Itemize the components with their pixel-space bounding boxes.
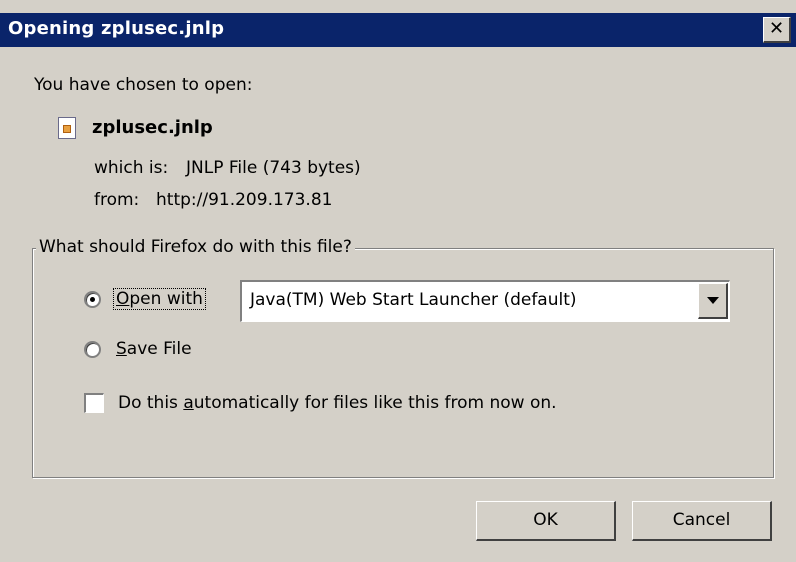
auto-action-label[interactable]: Do this automatically for files like thi… (118, 393, 557, 413)
close-button[interactable]: ✕ (763, 17, 791, 43)
cancel-button[interactable]: Cancel (632, 501, 772, 541)
open-with-radio[interactable] (84, 291, 101, 308)
radio-selected-dot (90, 297, 95, 302)
intro-text: You have chosen to open: (34, 75, 253, 95)
open-with-app-value: Java(TM) Web Start Launcher (default) (250, 290, 577, 310)
open-with-label[interactable]: Open with (113, 288, 206, 310)
file-type-value: JNLP File (743 bytes) (186, 158, 361, 178)
file-type-label: which is: (94, 158, 169, 178)
jnlp-file-icon (58, 117, 76, 139)
title-bar[interactable]: Opening zplusec.jnlp ✕ (0, 13, 796, 47)
save-file-label[interactable]: Save File (116, 339, 192, 359)
file-source-label: from: (94, 190, 140, 210)
window-title: Opening zplusec.jnlp (8, 18, 225, 39)
close-icon: ✕ (768, 18, 785, 39)
open-with-app-select[interactable]: Java(TM) Web Start Launcher (default) (240, 280, 730, 322)
save-file-radio[interactable] (84, 341, 101, 358)
action-group-legend: What should Firefox do with this file? (36, 237, 355, 257)
dropdown-button[interactable] (698, 283, 728, 319)
file-name: zplusec.jnlp (92, 117, 213, 138)
ok-button[interactable]: OK (476, 501, 616, 541)
file-source-value: http://91.209.173.81 (156, 190, 333, 210)
chevron-down-icon (707, 297, 719, 304)
file-open-dialog: Opening zplusec.jnlp ✕ You have chosen t… (0, 0, 796, 562)
auto-action-checkbox[interactable] (84, 393, 104, 413)
